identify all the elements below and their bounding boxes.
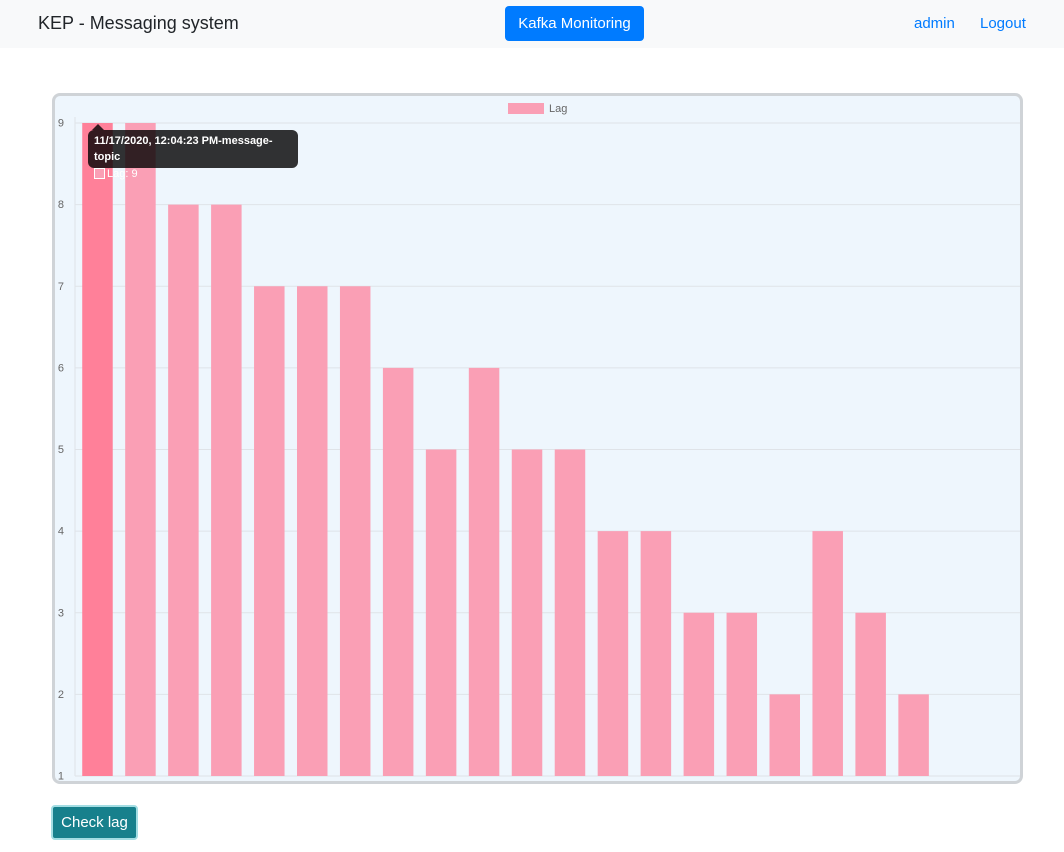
- check-lag-button[interactable]: Check lag: [51, 805, 138, 840]
- tooltip-color-swatch: [94, 168, 105, 179]
- bar: [554, 449, 586, 776]
- bar: [297, 286, 328, 776]
- tooltip-title: 11/17/2020, 12:04:23 PM-message-topic: [94, 135, 273, 163]
- bar: [382, 367, 414, 776]
- bar: [82, 123, 113, 776]
- bar: [683, 612, 715, 776]
- y-tick-label: 5: [58, 444, 64, 456]
- y-tick-label: 8: [58, 199, 64, 211]
- y-tick-label: 3: [58, 607, 64, 619]
- bar: [468, 367, 500, 776]
- y-tick-label: 9: [58, 118, 64, 130]
- bar: [640, 531, 672, 776]
- bar: [898, 694, 929, 776]
- kafka-monitoring-button[interactable]: Kafka Monitoring: [505, 6, 644, 41]
- lag-chart[interactable]: 1 2 3 4 5 6 7 8 9 Lag: [55, 96, 1020, 781]
- bar: [855, 612, 886, 776]
- bar: [597, 531, 629, 776]
- y-tick-label: 2: [58, 689, 64, 701]
- y-tick-label: 6: [58, 362, 64, 374]
- admin-link[interactable]: admin: [914, 15, 955, 32]
- tooltip-body: Lag: 9: [94, 166, 292, 182]
- lag-chart-card: 1 2 3 4 5 6 7 8 9 Lag: [52, 93, 1023, 784]
- logout-link[interactable]: Logout: [980, 15, 1026, 32]
- navbar: KEP - Messaging system Kafka Monitoring …: [0, 0, 1064, 48]
- legend-swatch: [508, 103, 544, 114]
- tooltip-value: Lag: 9: [107, 168, 138, 180]
- chart-tooltip: 11/17/2020, 12:04:23 PM-message-topic La…: [88, 130, 298, 180]
- bar: [339, 286, 371, 776]
- brand-title[interactable]: KEP - Messaging system: [38, 13, 239, 34]
- bar: [425, 449, 457, 776]
- bar: [726, 612, 758, 776]
- y-tick-label: 7: [58, 281, 64, 293]
- y-tick-label: 1: [58, 771, 64, 782]
- bar: [168, 204, 199, 776]
- bar: [211, 204, 242, 776]
- bar: [769, 694, 800, 776]
- bar: [125, 123, 156, 776]
- bar: [511, 449, 543, 776]
- bar: [812, 531, 843, 776]
- legend-label: Lag: [549, 103, 567, 115]
- y-tick-label: 4: [58, 526, 64, 538]
- bar: [254, 286, 285, 776]
